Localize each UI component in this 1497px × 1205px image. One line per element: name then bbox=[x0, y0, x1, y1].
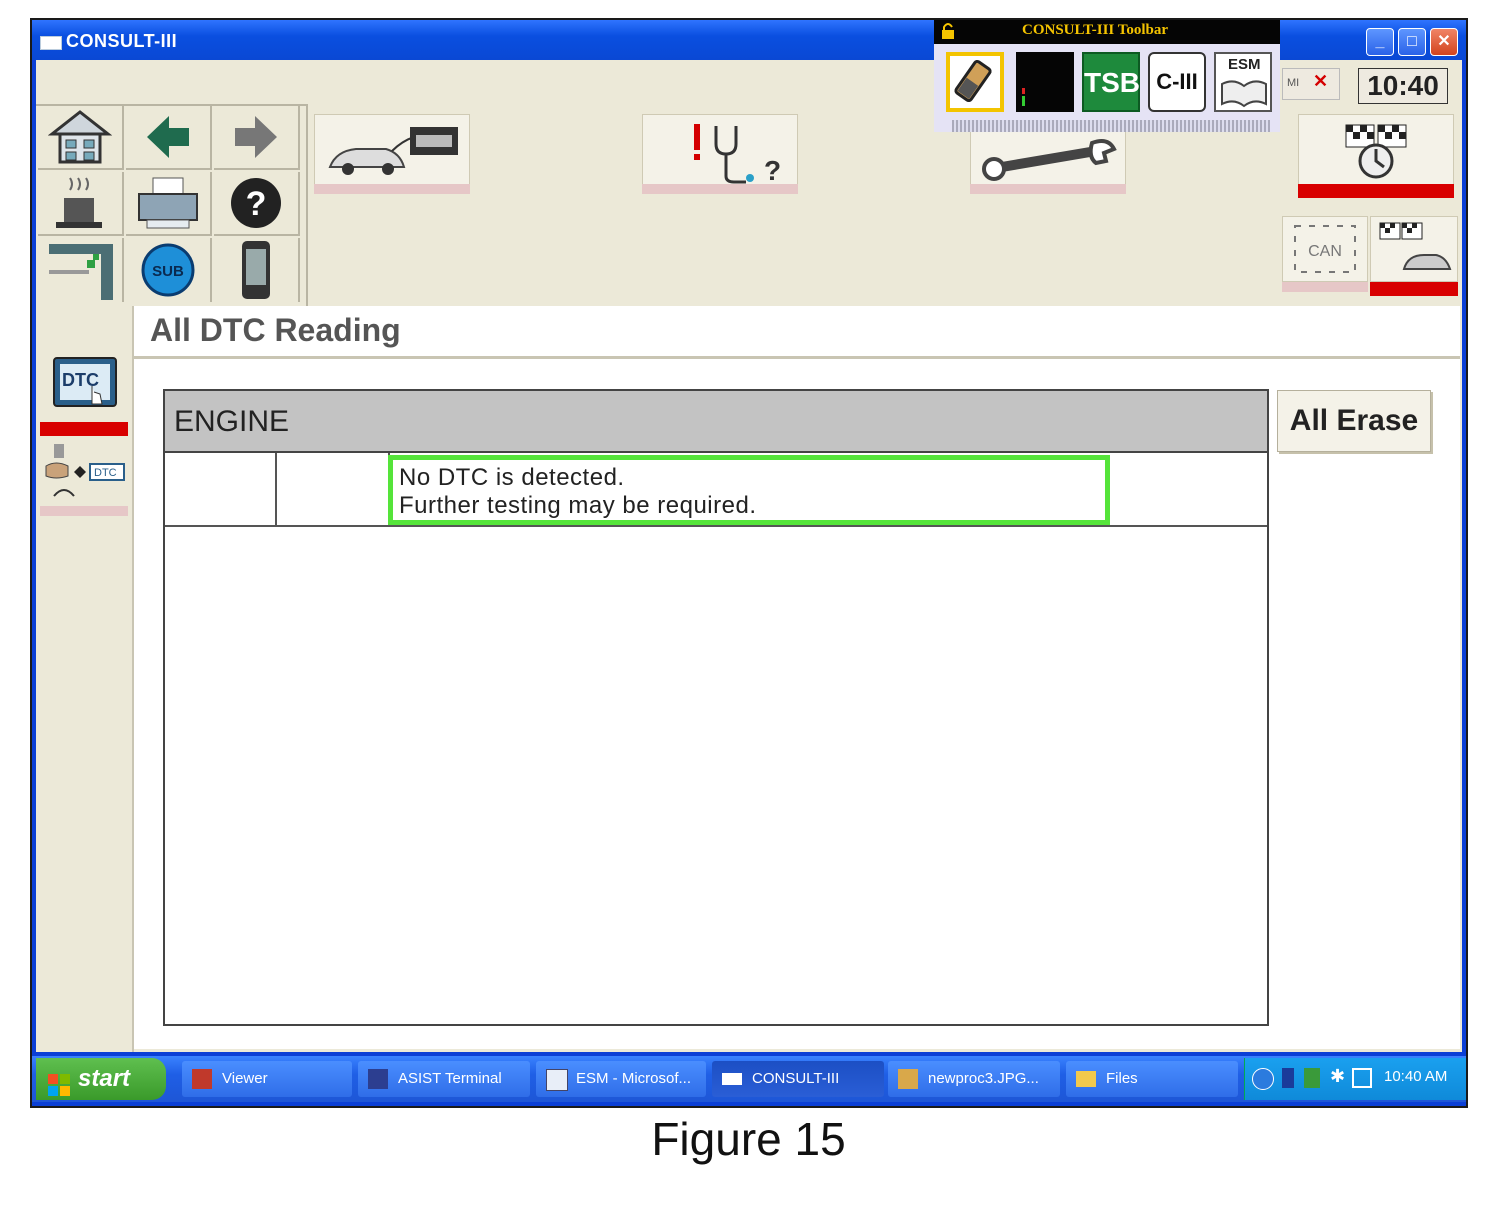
lock-icon[interactable] bbox=[940, 22, 956, 40]
dtc-erase-underbar bbox=[40, 506, 128, 516]
page-title: All DTC Reading bbox=[150, 312, 401, 348]
phone-icon[interactable] bbox=[214, 238, 300, 302]
image-file-icon bbox=[898, 1069, 918, 1089]
status-indicator: MI ✕ bbox=[1282, 68, 1340, 100]
minimize-icon[interactable]: _ bbox=[1366, 28, 1394, 56]
back-arrow-icon[interactable] bbox=[126, 106, 212, 170]
race-flags-redbar bbox=[1298, 184, 1454, 198]
column-divider bbox=[275, 453, 277, 525]
task-label: newproc3.JPG... bbox=[928, 1070, 1039, 1087]
task-label: Files bbox=[1106, 1070, 1138, 1087]
start-button[interactable]: start bbox=[36, 1058, 166, 1100]
svg-text:?: ? bbox=[246, 185, 267, 223]
task-viewer[interactable]: Viewer bbox=[182, 1061, 352, 1097]
sub-icon[interactable]: SUB bbox=[126, 238, 212, 302]
tray-clock: 10:40 AM bbox=[1384, 1068, 1448, 1085]
app-window-icon bbox=[40, 36, 62, 50]
can-underbar bbox=[1282, 282, 1368, 292]
row-separator bbox=[165, 525, 1267, 527]
battery-icon[interactable] bbox=[946, 52, 1004, 112]
c3-icon[interactable]: C-III bbox=[1148, 52, 1206, 112]
consult-toolbar-title: CONSULT-III Toolbar bbox=[1022, 22, 1169, 38]
dtc-small-label: DTC bbox=[94, 467, 117, 479]
maximize-icon[interactable]: □ bbox=[1398, 28, 1426, 56]
task-newproc3[interactable]: newproc3.JPG... bbox=[888, 1061, 1060, 1097]
dtc-erase-hand-icon[interactable]: DTC bbox=[40, 436, 128, 506]
figure-caption: Figure 15 bbox=[651, 1113, 846, 1165]
toolbar-grip-strip[interactable] bbox=[952, 120, 1270, 132]
signal-meter-icon[interactable] bbox=[1016, 52, 1074, 112]
task-consult-iii[interactable]: CONSULT-III bbox=[712, 1061, 884, 1097]
forward-arrow-icon[interactable] bbox=[214, 106, 300, 170]
system-header: ENGINE bbox=[174, 405, 290, 438]
wrench-underbar bbox=[970, 184, 1126, 194]
flag-step-icon[interactable] bbox=[38, 238, 124, 302]
can-icon[interactable]: CAN bbox=[1282, 216, 1368, 282]
diagnosis-underbar bbox=[642, 184, 798, 194]
printer-icon[interactable] bbox=[126, 172, 212, 236]
task-label: Viewer bbox=[222, 1070, 268, 1087]
table-header bbox=[165, 391, 1267, 453]
task-esm[interactable]: ESM - Microsof... bbox=[536, 1061, 706, 1097]
left-sidebar bbox=[36, 306, 134, 1052]
dtc-result-message: No DTC is detected. Further testing may … bbox=[388, 455, 1110, 525]
task-files[interactable]: Files bbox=[1066, 1061, 1238, 1097]
tsb-label: TSB bbox=[1084, 67, 1140, 98]
tsb-icon[interactable]: TSB bbox=[1082, 52, 1140, 112]
sub-label: SUB bbox=[152, 263, 184, 280]
flags-car-redbar bbox=[1370, 282, 1458, 296]
esm-label: ESM bbox=[1228, 56, 1261, 73]
window-icon bbox=[722, 1073, 742, 1085]
windows-logo-icon bbox=[48, 1068, 70, 1096]
document-icon bbox=[546, 1069, 568, 1091]
task-label: ASIST Terminal bbox=[398, 1070, 502, 1087]
home-icon[interactable] bbox=[38, 106, 124, 170]
task-label: CONSULT-III bbox=[752, 1070, 840, 1087]
viewer-icon bbox=[192, 1069, 212, 1089]
dtc-active-redbar bbox=[40, 422, 128, 436]
status-indicator-text: MI bbox=[1287, 77, 1300, 89]
all-erase-button[interactable]: All Erase bbox=[1277, 390, 1431, 452]
close-icon[interactable]: ✕ bbox=[1430, 28, 1458, 56]
help-icon[interactable]: ? bbox=[214, 172, 300, 236]
race-flags-icon[interactable] bbox=[1298, 114, 1454, 192]
chevron-left-icon[interactable] bbox=[1252, 1068, 1274, 1090]
vehicle-scan-underbar bbox=[314, 184, 470, 194]
network-icon[interactable] bbox=[1304, 1068, 1320, 1088]
flags-car-icon[interactable] bbox=[1370, 216, 1458, 282]
task-label: ESM - Microsof... bbox=[576, 1070, 692, 1087]
bluetooth-icon[interactable]: ✱ bbox=[1330, 1066, 1345, 1087]
start-label: start bbox=[78, 1065, 131, 1092]
diagnosis-stethoscope-icon[interactable]: ? bbox=[642, 114, 798, 192]
esm-book-icon[interactable]: ESM bbox=[1214, 52, 1272, 112]
vehicle-scan-icon[interactable] bbox=[314, 114, 470, 192]
dtc-monitor-icon[interactable]: DTC bbox=[52, 356, 118, 412]
message-line-1: No DTC is detected. bbox=[399, 464, 625, 491]
message-line-2: Further testing may be required. bbox=[399, 492, 757, 519]
coffee-icon[interactable] bbox=[38, 172, 124, 236]
c3-label: C-III bbox=[1156, 69, 1198, 94]
svg-text:?: ? bbox=[764, 155, 780, 186]
task-asist-terminal[interactable]: ASIST Terminal bbox=[358, 1061, 530, 1097]
terminal-icon bbox=[368, 1069, 388, 1089]
can-label: CAN bbox=[1308, 243, 1342, 260]
display-icon[interactable] bbox=[1352, 1068, 1372, 1088]
disconnected-x-icon: ✕ bbox=[1313, 71, 1329, 91]
window-title: CONSULT-III bbox=[66, 31, 178, 51]
folder-icon bbox=[1076, 1071, 1096, 1087]
dtc-label: DTC bbox=[62, 370, 99, 390]
usb-device-icon[interactable] bbox=[1282, 1068, 1294, 1088]
clock-display: 10:40 bbox=[1358, 68, 1448, 104]
